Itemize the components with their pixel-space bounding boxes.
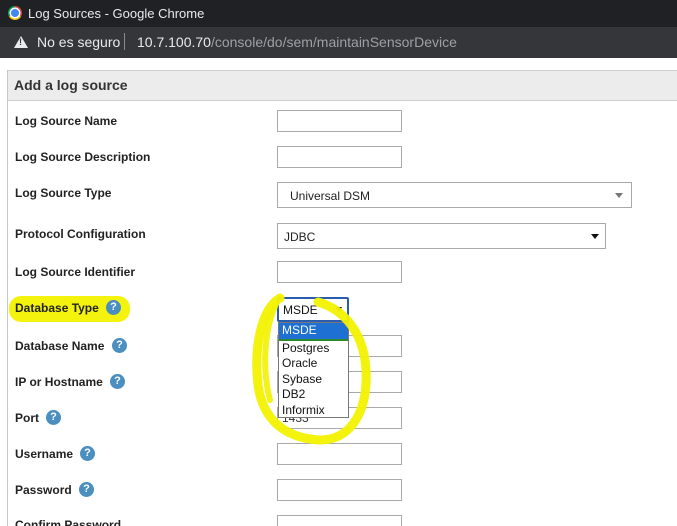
address-bar[interactable]: No es seguro 10.7.100.70/console/do/sem/… xyxy=(0,27,677,58)
row-password: Password ? xyxy=(0,479,677,503)
database-name-label: Database Name xyxy=(15,339,105,353)
warning-triangle-icon[interactable] xyxy=(14,36,28,48)
ip-or-hostname-label: IP or Hostname xyxy=(15,375,103,389)
row-log-source-description: Log Source Description xyxy=(0,146,677,170)
window-titlebar: Log Sources - Google Chrome xyxy=(0,0,677,27)
help-icon[interactable]: ? xyxy=(80,446,95,461)
url-text[interactable]: 10.7.100.70/console/do/sem/maintainSenso… xyxy=(137,34,457,50)
log-source-description-input[interactable] xyxy=(277,146,402,168)
chevron-down-icon xyxy=(591,234,599,239)
row-log-source-type: Log Source Type Universal DSM xyxy=(0,182,677,208)
port-label: Port xyxy=(15,411,39,425)
dropdown-option[interactable]: MSDE xyxy=(279,323,348,341)
panel-header: Add a log source xyxy=(8,70,677,101)
dropdown-option[interactable]: Informix xyxy=(279,403,348,419)
log-source-name-input[interactable] xyxy=(277,110,402,132)
password-input[interactable] xyxy=(277,479,402,501)
log-source-description-label: Log Source Description xyxy=(15,150,151,164)
row-protocol-configuration: Protocol Configuration JDBC xyxy=(0,223,677,249)
log-source-type-select[interactable]: Universal DSM xyxy=(277,182,632,208)
row-username: Username ? xyxy=(0,443,677,467)
dropdown-option[interactable]: Postgres xyxy=(279,341,348,357)
dropdown-option[interactable]: DB2 xyxy=(279,387,348,403)
database-type-label: Database Type xyxy=(15,301,99,315)
protocol-configuration-label: Protocol Configuration xyxy=(15,227,146,241)
confirm-password-input[interactable] xyxy=(277,515,402,526)
chrome-logo-icon xyxy=(8,6,22,20)
address-separator xyxy=(124,33,125,50)
protocol-configuration-value: JDBC xyxy=(284,230,316,244)
security-status[interactable]: No es seguro xyxy=(37,34,120,50)
help-icon[interactable]: ? xyxy=(46,410,61,425)
database-type-select[interactable]: MSDE xyxy=(277,297,349,322)
protocol-configuration-select[interactable]: JDBC xyxy=(277,223,606,249)
log-source-type-label: Log Source Type xyxy=(15,186,112,200)
help-icon[interactable]: ? xyxy=(79,482,94,497)
username-input[interactable] xyxy=(277,443,402,465)
confirm-password-label: Confirm Password xyxy=(15,518,122,526)
database-type-value: MSDE xyxy=(283,303,318,317)
row-log-source-name: Log Source Name xyxy=(0,110,677,134)
log-source-identifier-label: Log Source Identifier xyxy=(15,265,136,279)
log-source-identifier-input[interactable] xyxy=(277,261,402,283)
dropdown-option[interactable]: Oracle xyxy=(279,356,348,372)
chevron-down-icon xyxy=(615,193,623,198)
username-label: Username xyxy=(15,447,74,461)
password-label: Password xyxy=(15,483,72,497)
database-type-dropdown[interactable]: MSDE Postgres Oracle Sybase DB2 Informix xyxy=(278,322,349,418)
panel-heading: Add a log source xyxy=(14,77,128,93)
help-icon[interactable]: ? xyxy=(110,374,125,389)
row-confirm-password: Confirm Password xyxy=(0,515,677,526)
row-log-source-identifier: Log Source Identifier xyxy=(0,261,677,285)
chevron-down-icon xyxy=(336,307,342,312)
log-source-name-label: Log Source Name xyxy=(15,114,118,128)
url-path: /console/do/sem/maintainSensorDevice xyxy=(210,34,457,50)
dropdown-option[interactable]: Sybase xyxy=(279,372,348,388)
help-icon[interactable]: ? xyxy=(112,338,127,353)
log-source-type-value: Universal DSM xyxy=(290,189,371,203)
help-icon[interactable]: ? xyxy=(106,300,121,315)
window-title: Log Sources - Google Chrome xyxy=(28,6,205,21)
url-host: 10.7.100.70 xyxy=(137,34,211,50)
